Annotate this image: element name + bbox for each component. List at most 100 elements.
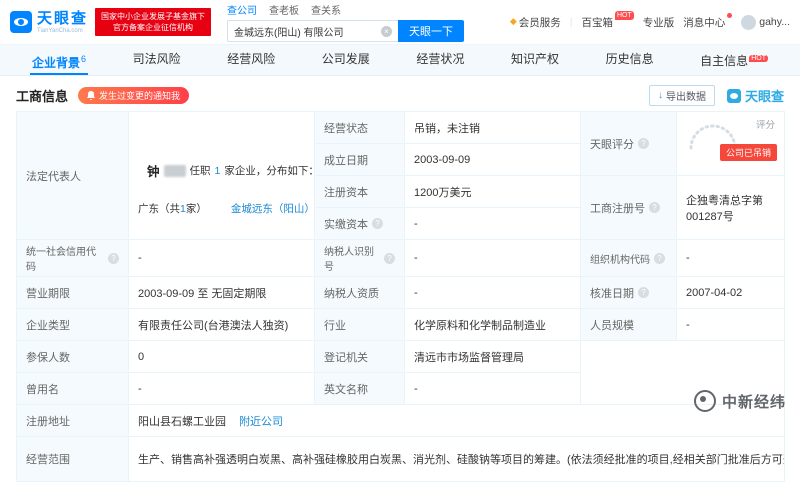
legal-rep-name[interactable]: 钟 <box>147 161 160 180</box>
region-filter[interactable]: 广东（共1家） <box>138 201 207 216</box>
tab-company-development[interactable]: 公司发展 <box>320 45 372 75</box>
field-label-authority: 登记机关 <box>315 341 405 373</box>
field-value-taxpayer-no: - <box>405 240 581 277</box>
help-icon[interactable]: ? <box>108 253 119 264</box>
tianyan-score-panel[interactable]: 评分 公司已吊销 <box>677 112 785 176</box>
help-icon[interactable]: ? <box>654 253 665 264</box>
toolbox-hot-badge: HOT <box>615 11 634 20</box>
tab-self-info[interactable]: 自主信息HOT <box>698 45 770 75</box>
label-text: 曾用名 <box>26 381 59 397</box>
search-tab-relation[interactable]: 查关系 <box>311 2 341 17</box>
region-text-post: 家） <box>186 203 207 215</box>
legal-rep-top: 钟 钟 任职1家企业，分布如下： <box>138 136 305 192</box>
top-bar: 天眼查 TianYanCha.com 国家中小企业发展子基金旗下 官方备案企业征… <box>0 0 800 44</box>
toolbox-label: 百宝箱 <box>581 15 613 30</box>
nearby-companies-link[interactable]: 附近公司 <box>239 416 283 428</box>
tab-judicial-risk[interactable]: 司法风险 <box>131 45 183 75</box>
tianyancha-watermark-icon <box>727 89 741 103</box>
help-icon[interactable]: ? <box>638 287 649 298</box>
change-notice-badge[interactable]: 发生过变更的通知我 <box>78 87 189 104</box>
label-text: 实缴资本 <box>324 216 368 232</box>
help-icon[interactable]: ? <box>638 138 649 149</box>
tab-label: 企业背景 <box>32 56 80 70</box>
field-label-english-name: 英文名称 <box>315 373 405 405</box>
field-value-authority: 清远市市场监督管理局 <box>405 341 581 373</box>
tab-company-background[interactable]: 企业背景6 <box>30 45 88 75</box>
field-value-term: 2003-09-09 至 无固定期限 <box>129 277 315 309</box>
field-value-staff: - <box>677 309 785 341</box>
zhongxin-jingwei-watermark: 中新经纬 <box>694 390 786 412</box>
legal-rep-bottom: 广东（共1家） 金城远东（阳山）有... <box>138 201 305 216</box>
field-label-org-code: 组织机构代码? <box>581 240 677 277</box>
role-text-post: 家企业，分布如下： <box>224 163 314 178</box>
role-company-count: 1 <box>215 165 221 177</box>
label-text: 经营范围 <box>26 451 70 467</box>
menu-item-toolbox[interactable]: 百宝箱 HOT <box>581 15 633 30</box>
label-text: 成立日期 <box>324 152 368 168</box>
label-text: 纳税人资质 <box>324 285 379 301</box>
download-icon: ↓ <box>658 90 663 101</box>
clear-search-icon[interactable]: × <box>381 26 392 37</box>
vip-diamond-icon: ◆ <box>510 15 517 28</box>
tab-operating-risk[interactable]: 经营风险 <box>225 45 277 75</box>
search-button[interactable]: 天眼一下 <box>398 20 464 42</box>
field-value-address: 阳山县石螺工业园 附近公司 <box>129 405 785 437</box>
label-text: 核准日期 <box>590 285 634 301</box>
field-label-legal-rep: 法定代表人 <box>17 112 129 240</box>
field-label-status: 经营状态 <box>315 112 405 144</box>
tianyancha-watermark-text: 天眼查 <box>745 86 784 105</box>
vip-label: 会员服务 <box>519 15 561 30</box>
gov-badge-line2: 官方备案企业征信机构 <box>101 22 205 33</box>
message-notification-dot <box>727 13 732 18</box>
tab-history-info[interactable]: 历史信息 <box>604 45 656 75</box>
search-tab-company[interactable]: 查公司 <box>227 2 257 17</box>
field-label-credit-code: 统一社会信用代码? <box>17 240 129 277</box>
label-text: 经营状态 <box>324 120 368 136</box>
change-notice-label: 发生过变更的通知我 <box>99 89 180 102</box>
field-label-insured: 参保人数 <box>17 341 129 373</box>
label-text: 工商注册号 <box>590 200 645 216</box>
field-label-former-name: 曾用名 <box>17 373 129 405</box>
company-revoked-badge: 公司已吊销 <box>720 144 777 161</box>
search-input[interactable]: 金城远东(阳山) 有限公司 × <box>227 20 398 42</box>
section-title: 工商信息 <box>16 86 68 105</box>
label-text: 天眼评分 <box>590 136 634 152</box>
business-info-table: 法定代表人 钟 钟 任职1家企业，分布如下： 广东（共1家） 金城远东（阳山）有… <box>16 111 785 482</box>
user-account[interactable]: gahy... <box>741 15 790 30</box>
tianyancha-logo[interactable]: 天眼查 TianYanCha.com <box>10 11 88 34</box>
label-text: 法定代表人 <box>26 168 81 184</box>
tab-operating-status[interactable]: 经营状况 <box>414 45 466 75</box>
field-value-reg-capital: 1200万美元 <box>405 176 581 208</box>
field-value-scope: 生产、销售高补强透明白炭黑、高补强硅橡胶用白炭黑、消光剂、硅酸钠等项目的筹建。(… <box>129 437 785 482</box>
related-company-link[interactable]: 金城远东（阳山）有... <box>231 201 315 216</box>
field-value-former-name: - <box>129 373 315 405</box>
field-value-paid-capital: - <box>405 208 581 240</box>
messages-label: 消息中心 <box>683 15 725 30</box>
menu-item-vip[interactable]: ◆ 会员服务 <box>510 15 561 30</box>
tab-intellectual-property[interactable]: 知识产权 <box>509 45 561 75</box>
business-info-header: 工商信息 发生过变更的通知我 ↓ 导出数据 天眼查 <box>0 85 800 106</box>
tab-label: 历史信息 <box>606 52 654 66</box>
help-icon[interactable]: ? <box>372 218 383 229</box>
gov-certification-badge: 国家中小企业发展子基金旗下 官方备案企业征信机构 <box>95 8 211 36</box>
label-text: 登记机关 <box>324 349 368 365</box>
tab-label: 经营风险 <box>227 52 275 66</box>
label-text: 注册资本 <box>324 184 368 200</box>
address-text: 阳山县石螺工业园 <box>138 416 226 428</box>
logo-text: 天眼查 TianYanCha.com <box>37 11 88 34</box>
label-text: 人员规模 <box>590 317 634 333</box>
help-icon[interactable]: ? <box>384 253 395 264</box>
label-text: 企业类型 <box>26 317 70 333</box>
field-value-status: 吊销，未注销 <box>405 112 581 144</box>
field-label-reg-no: 工商注册号? <box>581 176 677 240</box>
field-value-industry: 化学原料和化学制品制造业 <box>405 309 581 341</box>
menu-item-pro[interactable]: 专业版 <box>643 15 675 30</box>
zhongxin-jingwei-logo-icon <box>694 390 716 412</box>
field-value-company-type: 有限责任公司(台港澳法人独资) <box>129 309 315 341</box>
tab-label: 司法风险 <box>133 52 181 66</box>
export-data-button[interactable]: ↓ 导出数据 <box>649 85 715 106</box>
label-text: 纳税人识别号 <box>324 243 380 273</box>
search-tab-boss[interactable]: 查老板 <box>269 2 299 17</box>
help-icon[interactable]: ? <box>649 202 660 213</box>
menu-item-messages[interactable]: 消息中心 <box>683 15 732 30</box>
